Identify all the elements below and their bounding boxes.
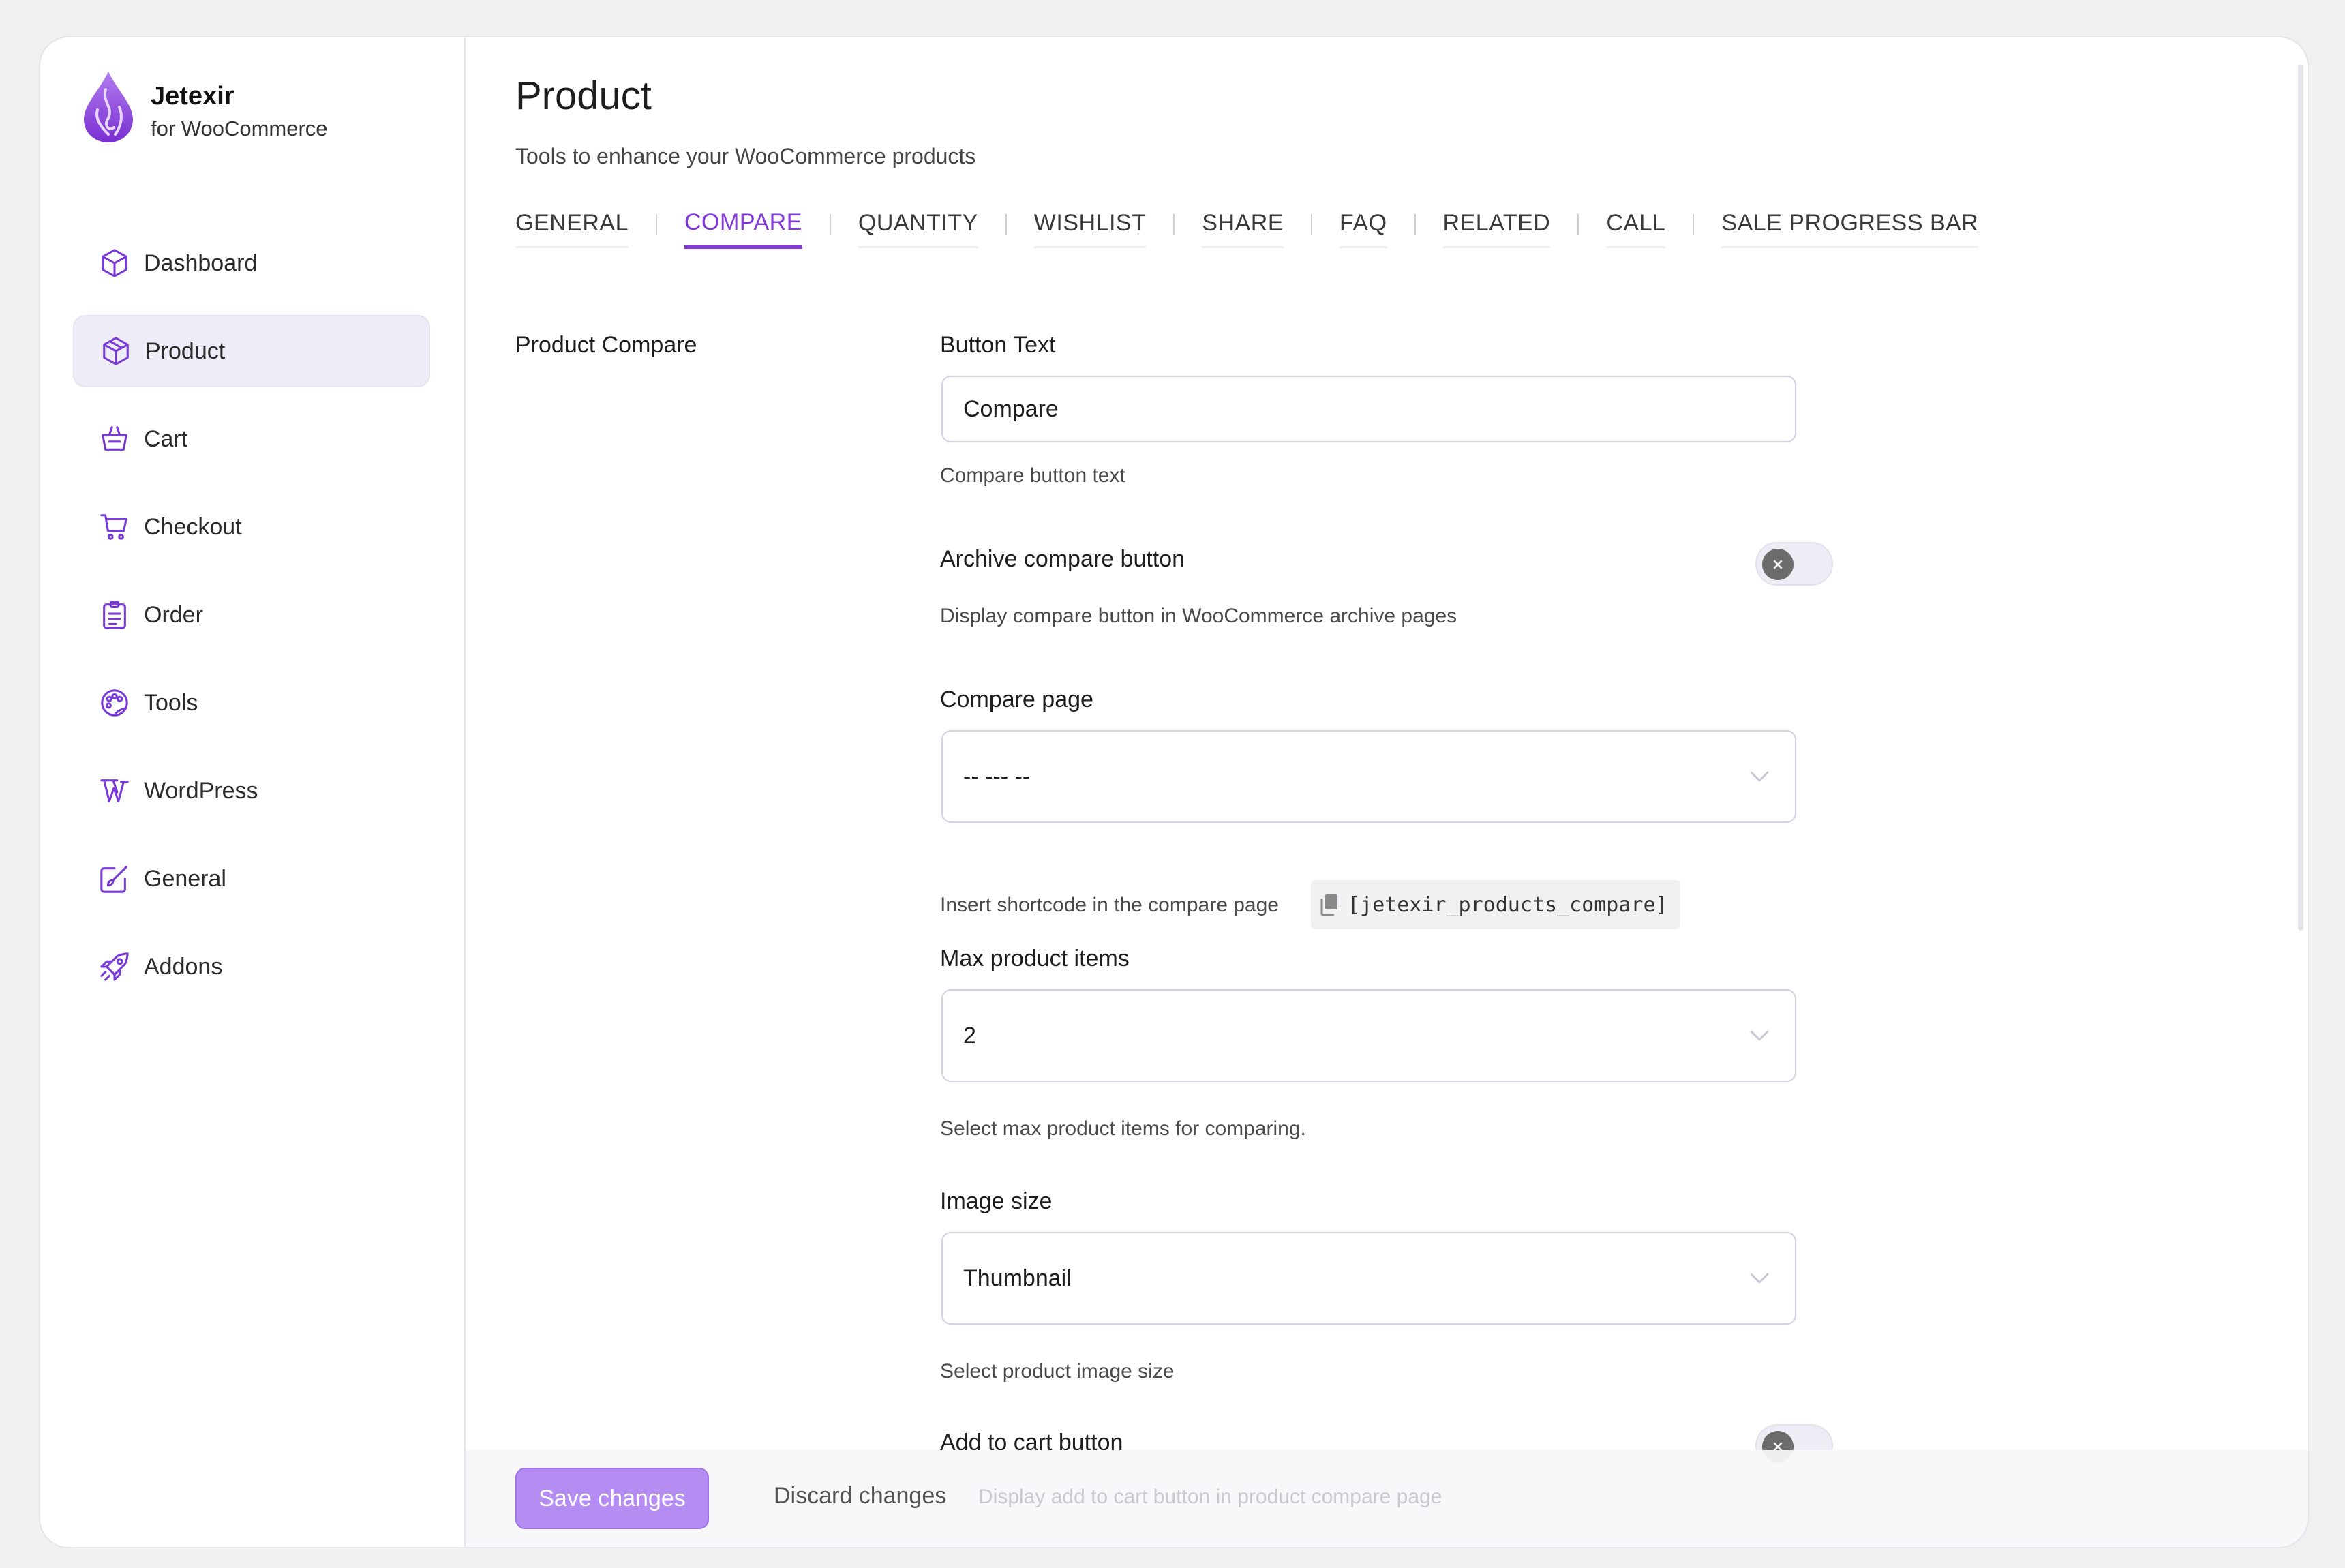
action-bar: Save changes Discard changes Display add… (466, 1450, 2308, 1547)
tab-divider (1311, 214, 1313, 235)
max-items-select[interactable]: 2 (941, 989, 1796, 1082)
cube-icon (99, 247, 130, 279)
app-window: Jetexir for WooCommerce Dashboard Produc… (39, 36, 2309, 1548)
tab-bar: GENERAL COMPARE QUANTITY WISHLIST SHARE … (515, 209, 1979, 249)
button-text-label: Button Text (940, 332, 1056, 358)
tab-compare[interactable]: COMPARE (684, 209, 802, 249)
sidebar-item-label: Product (145, 337, 226, 364)
discard-button[interactable]: Discard changes (774, 1483, 946, 1509)
wordpress-icon (99, 775, 130, 806)
sidebar-item-label: Dashboard (144, 250, 258, 276)
max-items-help: Select max product items for comparing. (940, 1117, 1306, 1140)
tab-related[interactable]: RELATED (1442, 210, 1551, 248)
sidebar-item-label: WordPress (144, 777, 258, 804)
sidebar-item-label: Tools (144, 689, 198, 716)
compare-page-value: -- --- -- (963, 763, 1031, 789)
sidebar-item-label: Order (144, 601, 203, 628)
sidebar-item-order[interactable]: Order (73, 579, 430, 651)
sidebar-item-wordpress[interactable]: WordPress (73, 755, 430, 827)
page-title: Product (515, 74, 652, 118)
clipboard-list-icon (99, 599, 130, 631)
sidebar-item-dashboard[interactable]: Dashboard (73, 227, 430, 299)
shortcode-copy[interactable]: [jetexir_products_compare] (1311, 880, 1680, 929)
sidebar-item-label: Cart (144, 425, 188, 452)
archive-compare-label: Archive compare button (940, 546, 1185, 572)
rocket-icon (99, 951, 130, 982)
tab-divider (1005, 214, 1007, 235)
tab-divider (829, 214, 831, 235)
sidebar-item-general[interactable]: General (73, 843, 430, 915)
sidebar-item-label: Checkout (144, 513, 242, 540)
tab-share[interactable]: SHARE (1202, 210, 1284, 248)
brand-subtitle: for WooCommerce (151, 117, 328, 140)
image-size-value: Thumbnail (963, 1265, 1072, 1291)
tab-divider (1173, 214, 1175, 235)
cart-icon (99, 511, 130, 543)
button-text-value: Compare (963, 395, 1059, 422)
compare-page-label: Compare page (940, 687, 1093, 712)
tab-wishlist[interactable]: WISHLIST (1033, 210, 1147, 248)
shortcode-text: [jetexir_products_compare] (1348, 892, 1668, 917)
image-size-select[interactable]: Thumbnail (941, 1232, 1796, 1325)
sidebar-item-tools[interactable]: Tools (73, 667, 430, 739)
toggle-knob (1762, 549, 1794, 580)
image-size-help: Select product image size (940, 1360, 1175, 1383)
basket-icon (99, 423, 130, 455)
box-icon (100, 335, 132, 367)
palette-icon (99, 687, 130, 719)
compare-page-select[interactable]: -- --- -- (941, 730, 1796, 823)
tab-sale-progress-bar[interactable]: SALE PROGRESS BAR (1721, 210, 1979, 248)
tab-divider (1577, 214, 1579, 235)
sidebar-item-product[interactable]: Product (73, 315, 430, 387)
tab-divider (656, 214, 657, 235)
max-items-value: 2 (963, 1022, 976, 1049)
section-label: Product Compare (515, 332, 697, 358)
save-button[interactable]: Save changes (515, 1468, 709, 1529)
edit-brush-icon (99, 863, 130, 894)
jetexir-logo-icon (84, 72, 133, 142)
page-subtitle: Tools to enhance your WooCommerce produc… (515, 144, 976, 168)
sidebar-nav: Dashboard Product Cart Checkout Order To… (73, 227, 430, 1019)
tab-call[interactable]: CALL (1606, 210, 1666, 248)
chevron-down-icon (1750, 771, 1769, 782)
chevron-down-icon (1750, 1030, 1769, 1041)
button-text-input[interactable]: Compare (941, 376, 1796, 442)
sidebar-item-addons[interactable]: Addons (73, 931, 430, 1003)
archive-compare-help: Display compare button in WooCommerce ar… (940, 605, 1457, 627)
scrollbar[interactable] (2298, 65, 2303, 931)
sidebar-item-cart[interactable]: Cart (73, 403, 430, 475)
compare-page-help: Insert shortcode in the compare page (940, 894, 1279, 916)
archive-compare-toggle[interactable] (1755, 542, 1833, 586)
chevron-down-icon (1750, 1273, 1769, 1284)
sidebar-item-label: General (144, 865, 226, 892)
image-size-label: Image size (940, 1188, 1053, 1214)
sidebar-item-label: Addons (144, 953, 223, 980)
close-icon (1773, 560, 1783, 569)
tab-divider (1693, 214, 1695, 235)
button-text-help: Compare button text (940, 464, 1125, 487)
main-content: Product Tools to enhance your WooCommerc… (466, 37, 2308, 1547)
copy-icon (1320, 894, 1337, 916)
tab-general[interactable]: GENERAL (515, 210, 629, 248)
tab-quantity[interactable]: QUANTITY (858, 210, 978, 248)
tab-faq[interactable]: FAQ (1340, 210, 1387, 248)
sidebar-item-checkout[interactable]: Checkout (73, 491, 430, 563)
brand: Jetexir for WooCommerce (81, 69, 328, 144)
tab-divider (1414, 214, 1416, 235)
sidebar: Jetexir for WooCommerce Dashboard Produc… (40, 37, 466, 1547)
add-to-cart-help: Display add to cart button in product co… (978, 1486, 1442, 1508)
brand-title: Jetexir (151, 82, 234, 110)
max-items-label: Max product items (940, 946, 1130, 971)
